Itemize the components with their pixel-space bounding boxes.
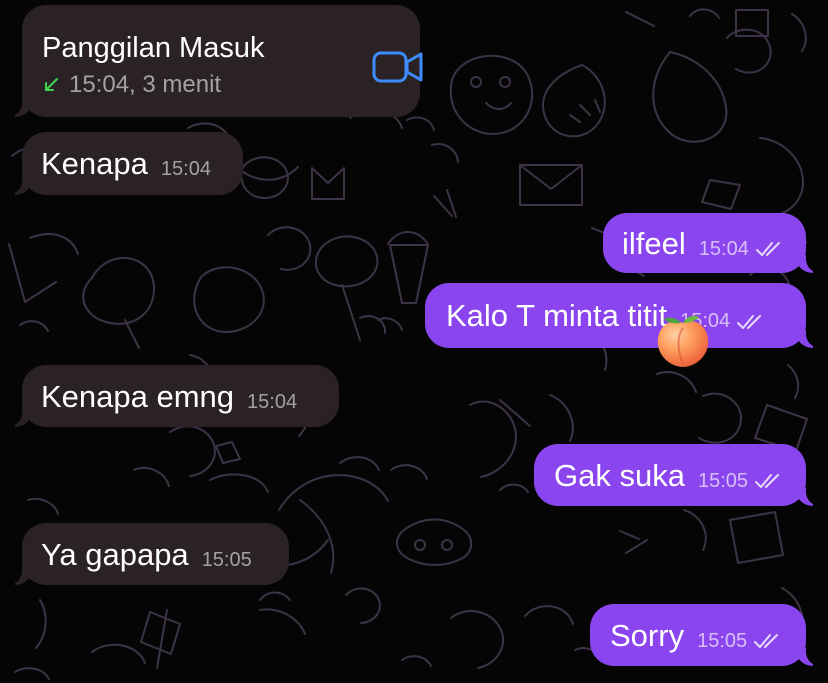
message-text: Gak suka: [554, 457, 685, 493]
message-time: 15:05: [201, 548, 252, 571]
double-check-icon: [754, 634, 779, 648]
peach-emoji-icon: [657, 315, 709, 367]
call-details-row: 15:04, 3 menit: [42, 71, 222, 98]
incoming-call-arrow-icon: [45, 78, 58, 91]
message-time: 15:05: [697, 469, 749, 492]
message-time: 15:04: [698, 237, 749, 260]
message-time: 15:04: [247, 390, 298, 413]
message-bubble[interactable]: Sorry 15:05: [590, 604, 822, 666]
message-text: Kenapa emng: [41, 378, 235, 414]
message-text: Sorry: [610, 617, 685, 653]
video-camera-icon[interactable]: [372, 49, 424, 85]
call-details: 15:04, 3 menit: [69, 71, 222, 98]
message-bubble[interactable]: ilfeel 15:04: [603, 213, 822, 273]
message-bubble[interactable]: Gak suka 15:05: [534, 444, 822, 506]
message-text: ilfeel: [622, 225, 686, 261]
message-time: 15:05: [697, 629, 748, 652]
message-text: Ya gapapa: [41, 536, 189, 572]
chat-area[interactable]: Panggilan Masuk 15:04, 3 menit Kenapa 15…: [0, 0, 828, 683]
double-check-icon: [755, 474, 780, 488]
incoming-call-bubble[interactable]: Panggilan Masuk 15:04, 3 menit: [6, 5, 423, 117]
message-bubble[interactable]: Kenapa 15:04: [6, 132, 243, 195]
message-time: 15:04: [160, 158, 211, 180]
message-text: Kalo T minta titit: [446, 298, 668, 333]
double-check-icon: [755, 242, 780, 256]
call-title: Panggilan Masuk: [42, 32, 265, 64]
message-bubble[interactable]: Ya gapapa 15:05: [6, 523, 289, 585]
message-bubble[interactable]: Kalo T minta titit 15:04: [425, 283, 822, 348]
message-bubble[interactable]: Kenapa emng 15:04: [6, 365, 339, 427]
double-check-icon: [737, 314, 762, 329]
message-text: Kenapa: [41, 146, 148, 181]
